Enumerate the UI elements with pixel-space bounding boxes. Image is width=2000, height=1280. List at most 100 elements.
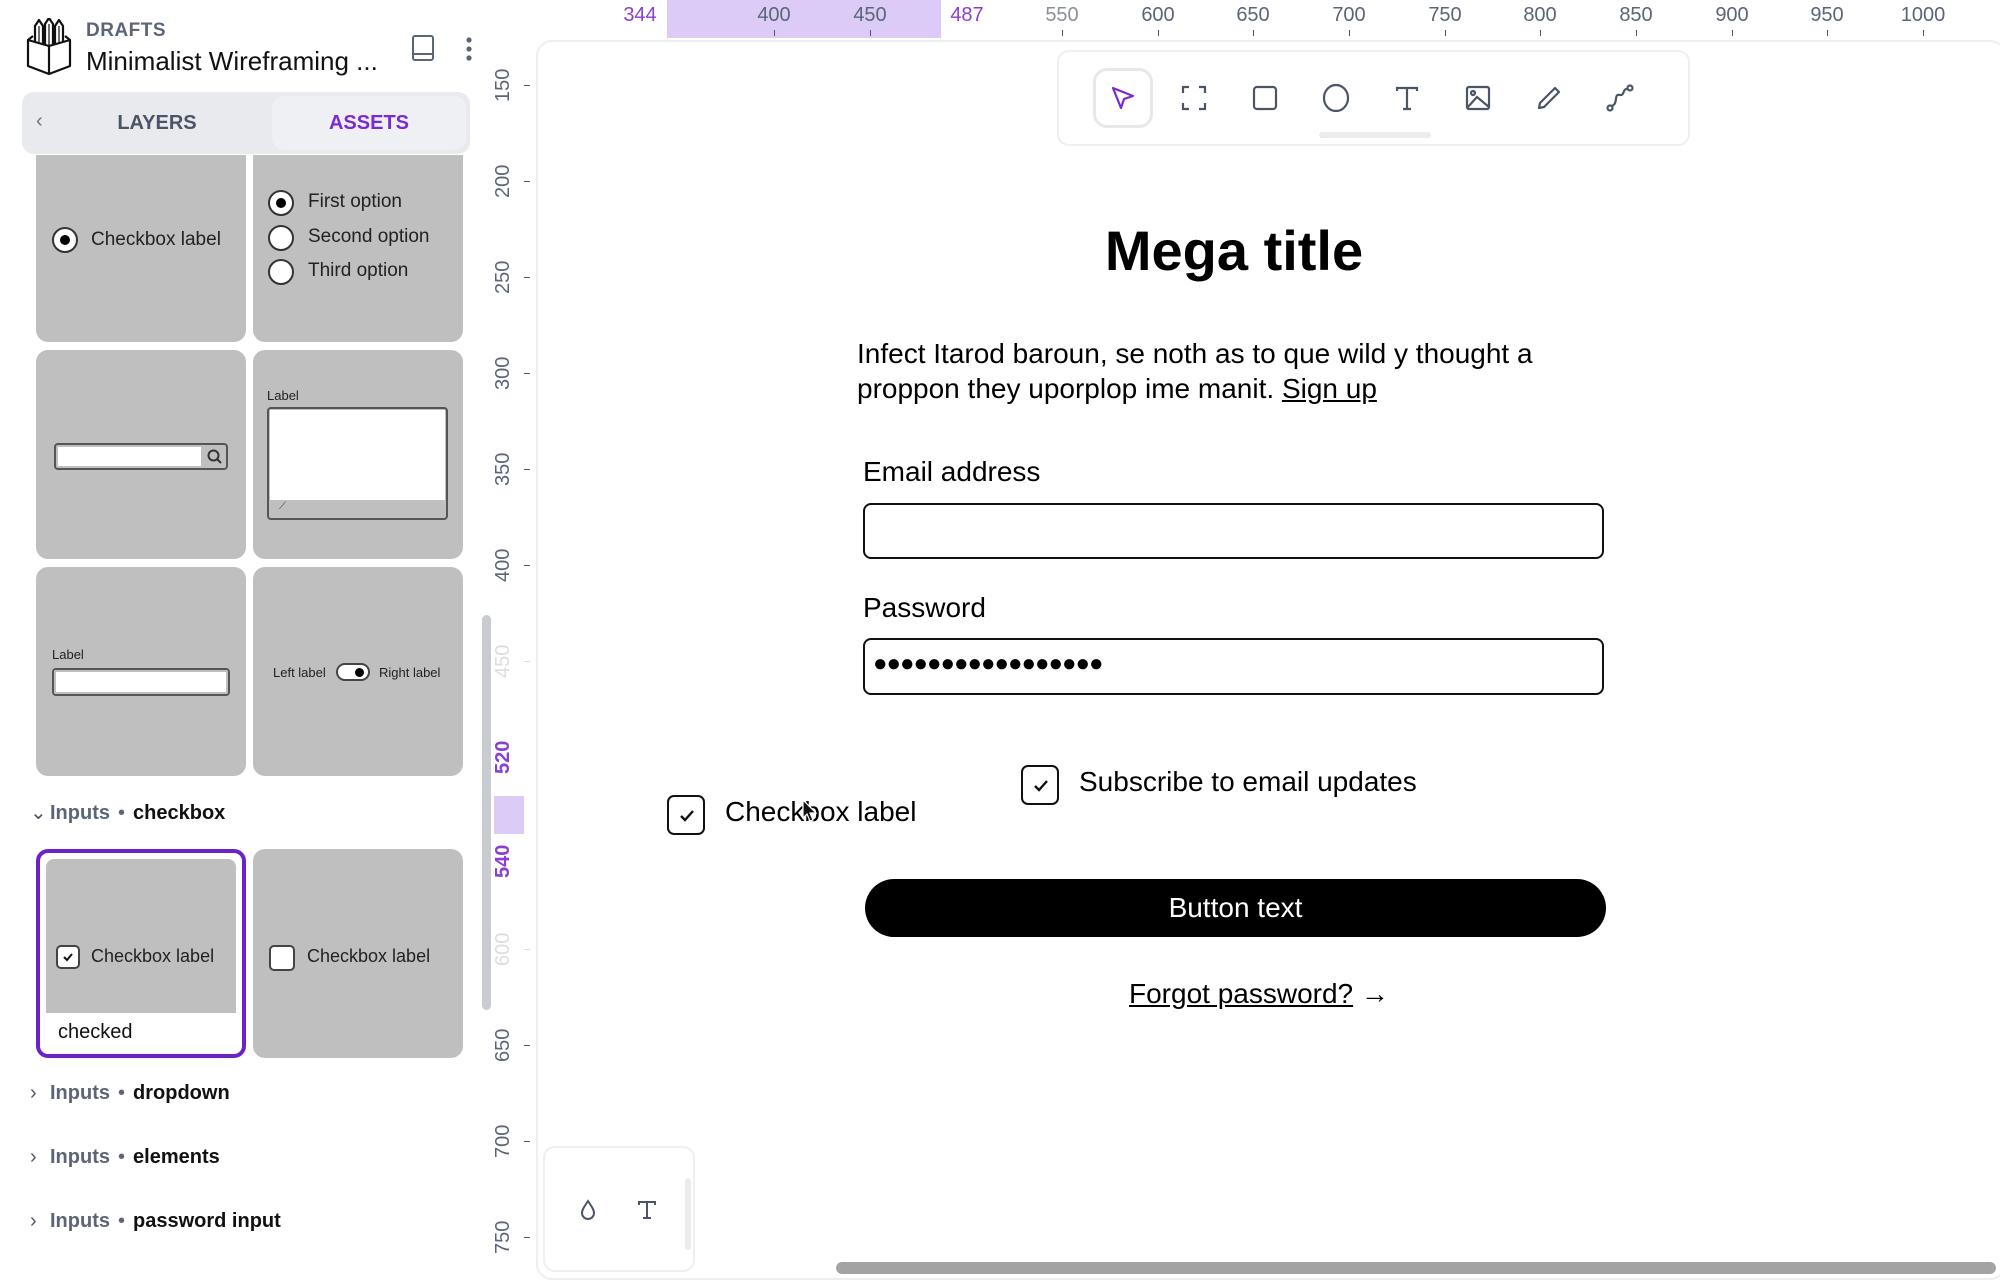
ruler-selection-start: 344 [623, 4, 657, 26]
chevron-down-icon: ⌄ [30, 802, 47, 824]
tool-rectangle[interactable] [1235, 68, 1295, 128]
text-icon [1395, 86, 1419, 111]
section-inputs-password-input[interactable]: › Inputs • password input [30, 1210, 281, 1233]
ruler-tick-label: 750 [1428, 4, 1462, 26]
asset-card-radio[interactable]: Checkbox label [36, 155, 246, 342]
radio-button [268, 259, 294, 285]
radio-button [268, 190, 294, 216]
subscribe-label[interactable]: Subscribe to email updates [1079, 766, 1417, 798]
book-icon[interactable] [411, 34, 435, 62]
properties-scrollbar[interactable] [685, 1178, 691, 1250]
ruler-tick-label: 700 [492, 1124, 514, 1158]
ruler-tick-label: 450 [853, 4, 887, 26]
text-field [52, 668, 230, 696]
checkbox-unchecked [269, 945, 295, 971]
toggle-right-label: Right label [379, 665, 441, 680]
vertical-ruler: 150 200 250 300 350 400 450 520 540 600 … [490, 40, 534, 1277]
asset-card-radio-group[interactable]: First option Second option Third option [253, 155, 463, 342]
ruler-selection-highlight [667, 0, 941, 38]
asset-card-textarea[interactable]: Label ⟋ [253, 350, 463, 559]
checkbox[interactable] [667, 795, 705, 835]
variant-name: checked [58, 1021, 133, 1043]
fill-drop-icon[interactable] [578, 1198, 598, 1222]
ruler-tick-label: 650 [1236, 4, 1270, 26]
ruler-tick-label: 800 [1523, 4, 1557, 26]
textarea-field: ⟋ [267, 407, 448, 520]
checkbox-label[interactable]: Checkbox label [725, 796, 916, 828]
pencil-box-logo-icon[interactable] [25, 18, 73, 76]
signup-link[interactable]: Sign up [1282, 373, 1377, 404]
section-inputs-elements[interactable]: › Inputs • elements [30, 1146, 220, 1169]
toggle-switch [336, 663, 370, 681]
rectangle-icon [1252, 85, 1278, 111]
tool-image[interactable] [1448, 68, 1508, 128]
ruler-tick-label: 250 [492, 260, 514, 294]
section-inputs-dropdown[interactable]: › Inputs • dropdown [30, 1082, 230, 1105]
assets-sidebar: DRAFTS Minimalist Wireframing ... ‹ LAYE… [0, 0, 478, 1277]
checkmark-icon [1034, 780, 1048, 792]
radio-button [52, 227, 78, 253]
toolbar-drag-handle[interactable] [1319, 132, 1431, 138]
radio-option: Second option [308, 226, 430, 247]
password-field[interactable]: ●●●●●●●●●●●●●●●●● [863, 638, 1604, 695]
asset-card-search-input[interactable] [36, 350, 246, 559]
password-value: ●●●●●●●●●●●●●●●●● [873, 650, 1103, 677]
ruler-selection-highlight [494, 796, 524, 834]
radio-button [268, 225, 294, 251]
arrow-right-icon: → [1360, 978, 1389, 1009]
ruler-selection-end: 540 [492, 844, 514, 878]
ruler-tick-label: 950 [1810, 4, 1844, 26]
password-label: Password [863, 592, 986, 623]
back-chevron-icon[interactable]: ‹ [36, 110, 43, 133]
checkbox-label: Checkbox label [91, 946, 215, 966]
canvas-horizontal-scrollbar[interactable] [836, 1262, 1996, 1274]
ellipse-icon [1322, 83, 1350, 113]
radio-label: Checkbox label [91, 229, 221, 250]
panel-tabs: ‹ LAYERS ASSETS [22, 92, 470, 154]
primary-button[interactable]: Button text [865, 879, 1606, 937]
checkbox-checked [56, 945, 80, 969]
ruler-tick-label: 300 [492, 356, 514, 390]
tab-layers[interactable]: LAYERS [82, 92, 232, 154]
email-label: Email address [863, 456, 1041, 487]
ruler-tick-label: 600 [1141, 4, 1175, 26]
forgot-password-link[interactable]: Forgot password? → [1129, 978, 1389, 1010]
image-icon [1465, 85, 1491, 111]
asset-card-toggle[interactable]: Left label Right label [253, 567, 463, 776]
textarea-label: Label [267, 388, 299, 403]
tool-text[interactable] [1377, 68, 1437, 128]
checkbox-label: Checkbox label [307, 946, 431, 966]
tool-frame[interactable] [1164, 68, 1224, 128]
document-title[interactable]: Minimalist Wireframing ... [86, 46, 378, 77]
tool-select[interactable] [1093, 68, 1153, 128]
ruler-tick-label: 700 [1332, 4, 1366, 26]
folder-label: DRAFTS [86, 20, 167, 41]
wireframe-title[interactable]: Mega title [1034, 218, 1434, 283]
checkmark-icon [680, 810, 694, 822]
ruler-tick-label: 450 [492, 644, 514, 678]
subscribe-checkbox[interactable] [1021, 765, 1059, 805]
cursor-arrow-icon [1111, 86, 1135, 110]
tool-pencil[interactable] [1519, 68, 1579, 128]
ruler-selection-start: 520 [492, 740, 514, 774]
asset-card-checkbox-unchecked[interactable]: Checkbox label [253, 849, 463, 1058]
tool-path[interactable] [1590, 68, 1650, 128]
input-label: Label [52, 647, 84, 662]
asset-card-text-input[interactable]: Label [36, 567, 246, 776]
ruler-tick-label: 350 [492, 452, 514, 486]
checkmark-icon [63, 953, 73, 962]
ruler-tick-label: 600 [492, 932, 514, 966]
tab-assets[interactable]: ASSETS [272, 96, 466, 150]
text-style-icon[interactable] [637, 1200, 657, 1220]
asset-card-checkbox-checked[interactable]: Checkbox label checked [36, 849, 246, 1058]
toggle-left-label: Left label [273, 665, 326, 680]
ruler-tick-label: 650 [492, 1028, 514, 1062]
section-inputs-checkbox[interactable]: ⌄ Inputs • checkbox [30, 800, 225, 825]
wireframe-paragraph[interactable]: Infect Itarod baroun, se noth as to que … [857, 336, 1617, 406]
tool-ellipse[interactable] [1306, 68, 1366, 128]
email-field[interactable] [863, 503, 1604, 559]
more-vertical-icon[interactable] [463, 36, 475, 62]
ruler-tick-label: 400 [492, 548, 514, 582]
radio-option: Third option [308, 260, 409, 281]
ruler-tick-label: 550 [1045, 4, 1079, 26]
